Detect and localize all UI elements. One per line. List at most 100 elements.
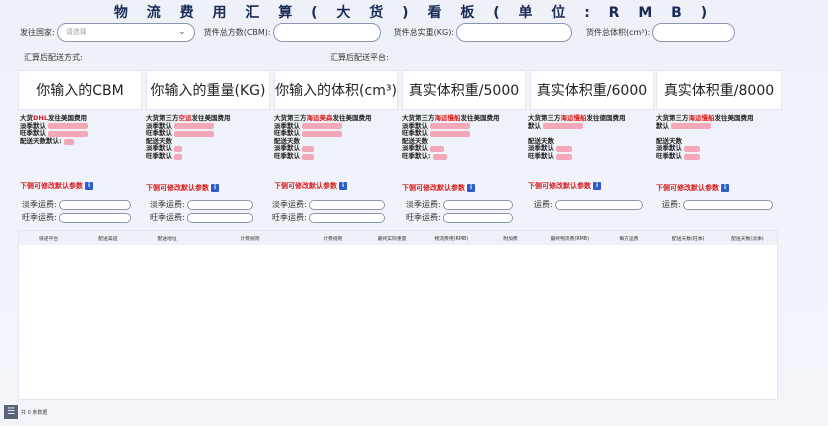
modify-defaults-label: 下侧可修改默认参数 i bbox=[274, 181, 347, 191]
info-col-slowship-us-2: 大货第三方海运慢船发往美国费用 默认 配送天数 淡季默认 旺季默认 bbox=[656, 114, 781, 161]
off-peak-fee-input[interactable] bbox=[186, 199, 253, 210]
th-days-offpeak[interactable]: 配送天数(淡季) bbox=[718, 235, 777, 242]
info-col-slowship-de: 大货第三方海运慢船发往德国费用 默认 配送天数 淡季默认 旺季默认 bbox=[528, 114, 653, 161]
off-peak-fee-field: 淡季运费: bbox=[406, 199, 513, 210]
col-method: DHL bbox=[33, 114, 48, 122]
weight-label: 货件总实重(KG): bbox=[393, 27, 455, 37]
card-volweight-6000: 真实体积重/6000 bbox=[530, 70, 654, 110]
info-icon[interactable]: i bbox=[211, 184, 219, 192]
platform-label: 汇算后配送平台: bbox=[330, 53, 389, 62]
cbm-input[interactable] bbox=[272, 22, 381, 42]
info-col-matson: 大货第三方海运美森发往美国费用 淡季默认 旺季默认 配送天数 淡季默认 旺季默认 bbox=[274, 114, 399, 161]
modify-defaults-label: 下侧可修改默认参数 i bbox=[402, 183, 475, 193]
modify-text: 下侧可修改默认参数 bbox=[528, 182, 591, 190]
peak-fee-input[interactable] bbox=[442, 212, 513, 223]
volume-input[interactable] bbox=[652, 22, 736, 42]
col-line: 旺季默认: bbox=[402, 151, 431, 160]
col-method: 空运 bbox=[178, 114, 192, 122]
off-peak-fee-input[interactable] bbox=[58, 199, 131, 210]
country-placeholder: 请选择 bbox=[65, 28, 87, 36]
fee-label: 淡季运费: bbox=[406, 200, 441, 209]
th-days-peak[interactable]: 配送天数(旺季) bbox=[659, 235, 718, 242]
col-line: 旺季默认 bbox=[274, 151, 300, 160]
info-icon[interactable]: i bbox=[593, 182, 601, 190]
fee-label: 运费: bbox=[534, 200, 553, 209]
col-prefix: 大货第三方 bbox=[146, 114, 179, 122]
weight-input[interactable] bbox=[456, 22, 573, 42]
col-line: 配送天数默认: bbox=[20, 136, 62, 145]
peak-fee-field: 旺季运费: bbox=[22, 212, 131, 223]
off-peak-fee-input[interactable] bbox=[442, 199, 513, 210]
th-platform[interactable]: 快递平台 bbox=[19, 235, 78, 242]
info-icon[interactable]: i bbox=[339, 182, 347, 190]
col-prefix: 大货第三方 bbox=[528, 114, 561, 122]
th-logistics-fee[interactable]: 物流费用(RMB) bbox=[422, 235, 481, 242]
fee-label: 旺季运费: bbox=[150, 213, 185, 222]
peak-fee-field: 旺季运费: bbox=[150, 212, 253, 223]
modify-text: 下侧可修改默认参数 bbox=[146, 184, 209, 192]
off-peak-fee-input[interactable] bbox=[308, 199, 385, 210]
country-select[interactable]: 请选择 ⌄ bbox=[56, 22, 195, 42]
info-col-slowship-us: 大货第三方海运慢船发往美国费用 淡季默认 旺季默认 配送天数 淡季默认 旺季默认… bbox=[402, 114, 527, 161]
col-suffix: 发往德国费用 bbox=[586, 114, 626, 122]
col-prefix: 大货第三方 bbox=[656, 114, 689, 122]
modify-defaults-label: 下侧可修改默认参数 i bbox=[20, 181, 93, 191]
fee-label: 运费: bbox=[662, 200, 681, 209]
card-cbm: 你输入的CBM bbox=[18, 70, 142, 110]
col-suffix: 发往美国费用 bbox=[47, 114, 87, 122]
th-address[interactable]: 配送地址 bbox=[137, 235, 196, 242]
fee-label: 淡季运费: bbox=[272, 200, 307, 209]
info-icon[interactable]: i bbox=[721, 184, 729, 192]
results-table: 快递平台 配送渠道 配送地址 计费规则 计费规则 最终实际重量 物流费用(RMB… bbox=[18, 230, 778, 400]
th-actual-weight[interactable]: 最终实际重量 bbox=[362, 235, 421, 242]
info-col-dhl: 大货DHL发往美国费用 淡季默认 旺季默认 配送天数默认: bbox=[20, 114, 145, 145]
method-label: 汇算后配送方式: bbox=[24, 53, 83, 62]
list-menu-icon[interactable]: ☰ bbox=[4, 405, 18, 419]
filter-row: 发往国家: 请选择 ⌄ 货件总方数(CBM): 货件总实重(KG): 货件总体积… bbox=[20, 22, 810, 42]
modify-text: 下侧可修改默认参数 bbox=[20, 182, 83, 190]
peak-fee-field: 旺季运费: bbox=[406, 212, 513, 223]
peak-fee-input[interactable] bbox=[58, 212, 131, 223]
cbm-label: 货件总方数(CBM): bbox=[203, 27, 271, 37]
info-icon[interactable]: i bbox=[467, 184, 475, 192]
card-volume: 你输入的体积(cm³) bbox=[274, 70, 398, 110]
country-label: 发往国家: bbox=[20, 27, 55, 37]
col-method: 海运慢船 bbox=[560, 114, 587, 122]
th-billing-rule[interactable]: 计费规则 bbox=[197, 235, 304, 242]
fee-field: 运费: bbox=[534, 199, 643, 210]
fee-label: 淡季运费: bbox=[22, 200, 57, 209]
fee-input[interactable] bbox=[554, 199, 643, 210]
th-surcharge[interactable]: 附加费 bbox=[481, 235, 540, 242]
modify-defaults-label: 下侧可修改默认参数 i bbox=[656, 183, 729, 193]
th-per-cbm-fee[interactable]: 每方运费 bbox=[599, 235, 658, 242]
record-count: 共 0 条数据 bbox=[21, 409, 48, 416]
col-prefix: 大货第三方 bbox=[402, 114, 435, 122]
page-title: 物 流 费 用 汇 算 ( 大 货 ) 看 板 ( 单 位 : R M B ) bbox=[113, 5, 715, 21]
off-peak-fee-field: 淡季运费: bbox=[272, 199, 385, 210]
card-volweight-5000: 真实体积重/5000 bbox=[402, 70, 526, 110]
th-billing-rule-2[interactable]: 计费规则 bbox=[303, 235, 362, 242]
card-weight: 你输入的重量(KG) bbox=[146, 70, 270, 110]
col-method: 海运慢船 bbox=[688, 114, 715, 122]
th-channel[interactable]: 配送渠道 bbox=[78, 235, 137, 242]
info-icon[interactable]: i bbox=[85, 182, 93, 190]
th-final-fee[interactable]: 最终物流费(RMB) bbox=[540, 235, 599, 242]
col-line: 默认 bbox=[656, 121, 669, 130]
peak-fee-input[interactable] bbox=[186, 212, 253, 223]
col-line: 旺季默认 bbox=[656, 151, 682, 160]
off-peak-fee-field: 淡季运费: bbox=[150, 199, 253, 210]
card-volweight-8000: 真实体积重/8000 bbox=[656, 70, 782, 110]
table-footer: ☰ 共 0 条数据 bbox=[4, 405, 47, 419]
off-peak-fee-field: 淡季运费: bbox=[22, 199, 131, 210]
col-method: 海运美森 bbox=[306, 114, 333, 122]
col-line: 默认 bbox=[528, 121, 541, 130]
fee-label: 旺季运费: bbox=[22, 213, 57, 222]
peak-fee-field: 旺季运费: bbox=[272, 212, 385, 223]
peak-fee-input[interactable] bbox=[308, 212, 385, 223]
fee-label: 旺季运费: bbox=[272, 213, 307, 222]
fee-input[interactable] bbox=[682, 199, 773, 210]
chevron-down-icon: ⌄ bbox=[178, 27, 186, 37]
modify-text: 下侧可修改默认参数 bbox=[656, 184, 719, 192]
modify-text: 下侧可修改默认参数 bbox=[274, 182, 337, 190]
col-prefix: 大货 bbox=[20, 114, 33, 122]
